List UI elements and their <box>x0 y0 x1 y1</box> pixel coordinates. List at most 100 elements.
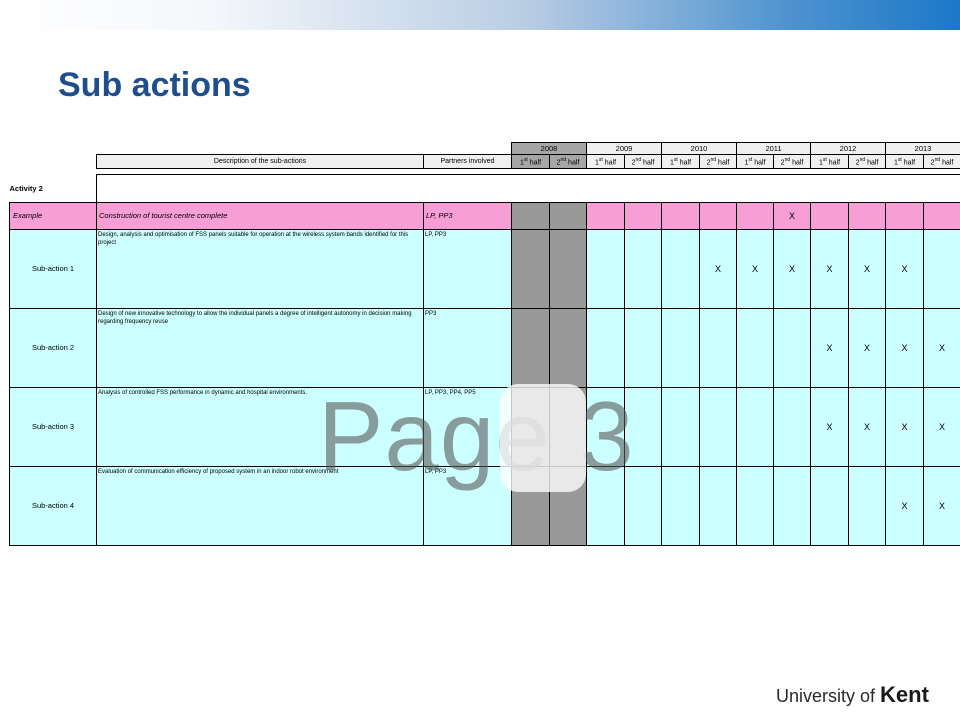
half-word: half <box>790 159 804 167</box>
year-2013: 2013 <box>885 142 960 155</box>
timeline-cell: X <box>885 307 925 388</box>
timeline-cell: X <box>848 228 887 309</box>
partners-header: Partners involved <box>423 154 512 169</box>
timeline-cell <box>699 201 737 230</box>
year-2012: 2012 <box>810 142 887 155</box>
half-word: half <box>527 159 542 167</box>
activity-label: Activity 2 <box>9 174 97 203</box>
timeline-cell <box>624 307 662 388</box>
description-header: Description of the sub-actions <box>96 154 424 169</box>
timeline-cell <box>511 307 550 388</box>
example-label: Example <box>9 201 97 230</box>
half-header: 1st half <box>885 154 925 169</box>
timeline-cell: X <box>885 465 925 546</box>
year-2010: 2010 <box>661 142 737 155</box>
timeline-cell: X <box>810 386 850 467</box>
logo-name: Kent <box>880 682 929 707</box>
subaction-partners: LP, PP3 <box>423 228 512 309</box>
half-header: 1st half <box>661 154 700 169</box>
timeline-cell: X <box>885 228 925 309</box>
half-header: 1st half <box>511 154 550 169</box>
half-word: half <box>901 159 916 167</box>
timeline-cell <box>661 465 700 546</box>
timeline-cell <box>586 201 625 230</box>
half-header: 2nd half <box>699 154 737 169</box>
timeline-cell <box>923 228 960 309</box>
example-description: Construction of tourist centre complete <box>96 201 424 230</box>
timeline-cell <box>848 201 887 230</box>
half-word: half <box>641 159 655 167</box>
activity-row: Activity 2 <box>9 174 960 203</box>
timeline-cell <box>549 228 587 309</box>
half-word: half <box>865 159 879 167</box>
subaction-row: Sub-action 2 Design of new innovative tec… <box>9 307 960 388</box>
subaction-label: Sub-action 2 <box>9 307 97 388</box>
example-partners: LP, PP3 <box>423 201 512 230</box>
timeline-cell: X <box>699 228 737 309</box>
half-header: 2nd half <box>624 154 662 169</box>
watermark-overlap <box>500 384 586 492</box>
timeline-cell <box>699 307 737 388</box>
year-2008: 2008 <box>511 142 587 155</box>
timeline-cell <box>586 307 625 388</box>
timeline-cell <box>661 201 700 230</box>
header-spacer <box>10 143 97 155</box>
top-gradient-bar <box>0 0 960 30</box>
timeline-cell <box>772 465 812 546</box>
timeline-cell <box>810 465 850 546</box>
slide-title: Sub actions <box>58 66 251 104</box>
timeline-cell <box>661 228 700 309</box>
timeline-cell <box>624 201 662 230</box>
half-header: 2nd half <box>848 154 887 169</box>
timeline-cell <box>810 201 850 230</box>
subaction-label: Sub-action 3 <box>9 386 97 467</box>
timeline-cell: X <box>736 228 774 309</box>
header-spacer <box>97 143 424 155</box>
subaction-label: Sub-action 1 <box>9 228 97 309</box>
year-2009: 2009 <box>586 142 662 155</box>
year-header-row: 2008 2009 2010 2011 2012 2013 <box>10 142 960 155</box>
timeline-cell <box>511 201 550 230</box>
page-watermark: Page 3 <box>318 381 635 491</box>
timeline-cell: X <box>848 386 887 467</box>
timeline-cell <box>885 201 925 230</box>
timeline-cell: X <box>810 228 850 309</box>
timeline-cell <box>661 307 700 388</box>
logo-prefix: University of <box>776 686 876 706</box>
half-word: half <box>677 159 692 167</box>
half-word: half <box>752 159 766 167</box>
timeline-cell: X <box>772 228 812 309</box>
half-header: 2nd half <box>772 154 812 169</box>
half-word: half <box>602 159 617 167</box>
subaction-partners: PP3 <box>423 307 512 388</box>
timeline-cell: X <box>923 386 960 467</box>
university-logo: University of Kent <box>776 682 929 708</box>
half-word: half <box>716 159 730 167</box>
timeline-cell <box>772 386 812 467</box>
timeline-cell: X <box>848 307 887 388</box>
timeline-cell <box>848 465 887 546</box>
half-header: 2nd half <box>923 154 960 169</box>
subaction-label: Sub-action 4 <box>9 465 97 546</box>
example-row: Example Construction of tourist centre co… <box>9 201 960 230</box>
half-header: 1st half <box>736 154 774 169</box>
timeline-cell <box>661 386 700 467</box>
timeline-cell <box>549 307 587 388</box>
header-spacer <box>424 143 512 155</box>
timeline-cell <box>624 228 662 309</box>
timeline-cell <box>736 386 774 467</box>
timeline-cell <box>736 201 774 230</box>
subaction-description: Design, analysis and optimisation of FSS… <box>96 228 424 309</box>
timeline-cell: X <box>772 201 812 230</box>
half-header: 2nd half <box>549 154 587 169</box>
timeline-cell <box>549 201 587 230</box>
half-header: 1st half <box>810 154 850 169</box>
timeline-cell <box>923 201 960 230</box>
subaction-row: Sub-action 1 Design, analysis and optimis… <box>9 228 960 309</box>
activity-band <box>95 174 960 203</box>
subaction-description: Design of new innovative technology to a… <box>96 307 424 388</box>
timeline-cell <box>736 307 774 388</box>
timeline-cell <box>511 228 550 309</box>
half-word: half <box>940 159 954 167</box>
half-word: half <box>826 159 841 167</box>
